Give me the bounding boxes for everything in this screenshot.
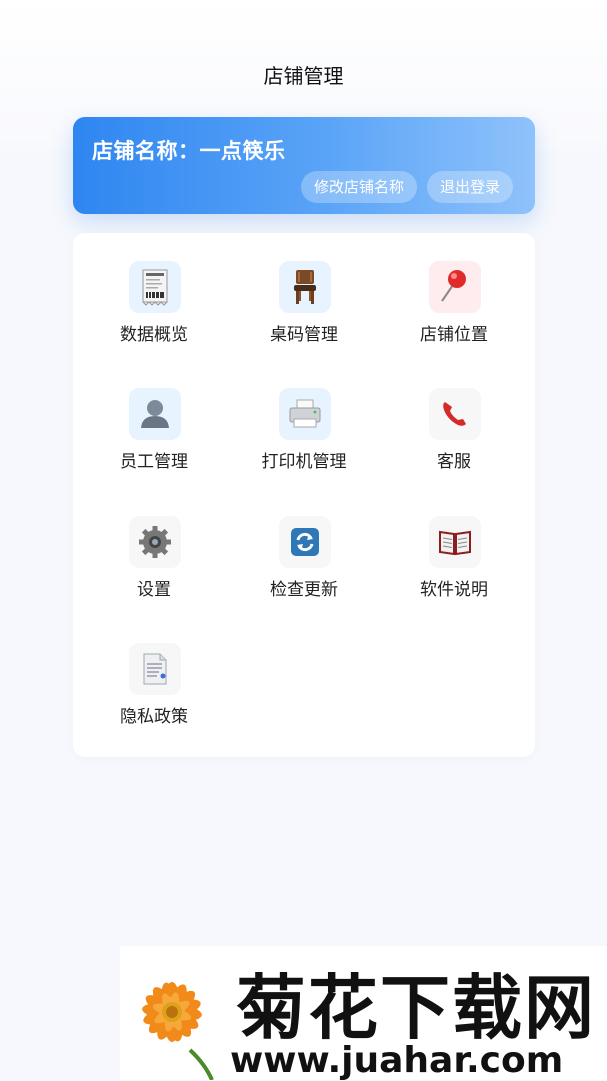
watermark-brand: 菊花下载网 [236,967,596,1049]
chair-icon [279,261,331,313]
menu-item-staff[interactable]: 员工管理 [79,360,229,472]
menu-item-table-codes[interactable]: 桌码管理 [229,233,379,345]
pushpin-icon [429,261,481,313]
receipt-icon [129,261,181,313]
menu-item-label: 隐私政策 [120,707,188,727]
menu-grid: 数据概览 桌码管理 店铺位置 员工管理 打印机管理 客服 设置 检查更新 软件说… [73,233,535,757]
menu-item-label: 桌码管理 [270,325,338,345]
store-card: 店铺名称：一点筷乐 修改店铺名称 退出登录 [73,117,535,214]
menu-item-label: 员工管理 [120,452,188,472]
menu-item-label: 店铺位置 [420,325,488,345]
menu-item-label: 设置 [137,580,171,600]
gear-icon [129,516,181,568]
menu-item-label: 检查更新 [270,580,338,600]
menu-item-label: 软件说明 [420,580,488,600]
refresh-icon [279,516,331,568]
watermark-url: www.juahar.com [230,1040,564,1081]
phone-icon [429,388,481,440]
menu-item-label: 客服 [437,452,471,472]
menu-item-label: 打印机管理 [261,452,347,472]
menu-item-store-location[interactable]: 店铺位置 [379,233,529,345]
logout-button[interactable]: 退出登录 [427,171,514,203]
printer-icon [279,388,331,440]
store-name: 店铺名称：一点筷乐 [92,139,286,163]
flower-logo-icon [142,982,214,1080]
document-icon [129,643,181,695]
menu-item-printers[interactable]: 打印机管理 [229,360,379,472]
menu-item-check-update[interactable]: 检查更新 [229,488,379,600]
menu-item-settings[interactable]: 设置 [79,488,229,600]
menu-item-software-guide[interactable]: 软件说明 [379,488,529,600]
menu-item-customer-service[interactable]: 客服 [379,360,529,472]
menu-item-label: 数据概览 [120,325,188,345]
page-title: 店铺管理 [263,64,344,88]
watermark: 菊花下载网 www.juahar.com [120,946,607,1081]
rename-store-button[interactable]: 修改店铺名称 [301,171,418,203]
book-icon [429,516,481,568]
person-icon [129,388,181,440]
menu-item-privacy-policy[interactable]: 隐私政策 [79,615,229,727]
menu-item-data-overview[interactable]: 数据概览 [79,233,229,345]
